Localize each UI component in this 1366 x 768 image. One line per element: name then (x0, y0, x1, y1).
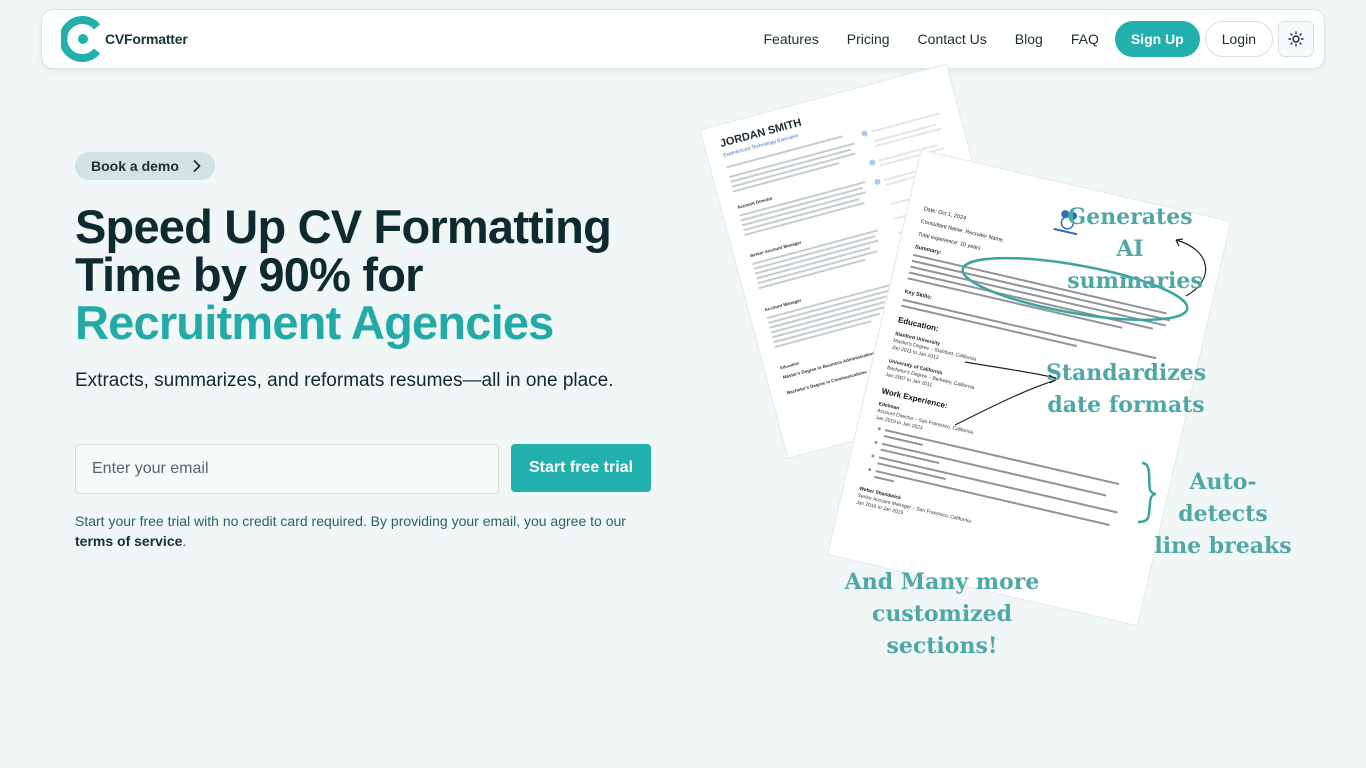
annotation-break-line-2: line breaks (1154, 533, 1292, 559)
headline-line-1: Speed Up CV Formatting (75, 200, 612, 253)
resume-section-3: Account Manager (764, 298, 802, 313)
annotation-date-line-1: Standardizes (1046, 360, 1207, 386)
doc-edu-2-degree: Bachelor's Degree – Berkeley, California (886, 365, 975, 391)
resume-section-5: Master's Degree in Business Administrati… (782, 351, 874, 380)
doc-job-1-dates: Jan 2019 to Jan 2023 (875, 415, 923, 432)
doc-job-2-title: Senior Account Manager – San Francisco, … (857, 493, 972, 525)
resume-section-2: Senior Account Manager (750, 240, 803, 259)
resume-section-4: Education (780, 360, 801, 370)
sun-icon (1288, 31, 1304, 47)
signup-button[interactable]: Sign Up (1114, 21, 1200, 57)
terms-of-service-link[interactable]: terms of service (75, 533, 182, 549)
hero-subhead: Extracts, summarizes, and reformats resu… (75, 370, 614, 391)
top-navbar: CVFormatter Features Pricing Contact Us … (41, 9, 1325, 69)
annotation-break-line-1: Auto-detects (1178, 469, 1268, 527)
annotation-date-formats: Standardizes date formats (1046, 357, 1206, 421)
doc-job-1-title: Account Director – San Francisco, Califo… (877, 408, 974, 436)
resume-name: JORDAN SMITH (719, 117, 803, 150)
disclaimer-end: . (182, 533, 187, 549)
book-demo-pill[interactable]: Book a demo (75, 152, 215, 180)
date-arrow-1 (964, 361, 1057, 379)
headline-line-2: Time by 90% for (75, 248, 423, 301)
hero-headline: Speed Up CV Formatting Time by 90% for R… (75, 200, 612, 349)
start-free-trial-button[interactable]: Start free trial (511, 444, 651, 492)
book-demo-label: Book a demo (91, 158, 179, 174)
doc-edu-1: Stanford University (894, 331, 941, 347)
doc-edu-1-degree: Master's Degree – Stanford, California (893, 338, 977, 363)
logo-mark-icon (59, 16, 101, 62)
nav-link-pricing[interactable]: Pricing (847, 31, 890, 47)
date-arrow-2 (954, 379, 1057, 426)
login-button[interactable]: Login (1204, 21, 1273, 57)
doc-summary-label: Summary: (914, 244, 942, 256)
doc-skills-label: Key Skills: (904, 289, 933, 301)
doc-education-label: Education: (897, 315, 939, 333)
nav-link-contact[interactable]: Contact Us (918, 31, 987, 47)
disclaimer-text: Start your free trial with no credit car… (75, 513, 626, 529)
doc-experience: Total experience: 10 years (917, 232, 981, 252)
doc-job-2: Weber Shandwick (859, 486, 902, 502)
doc-consultant: Consultant Name: Recruiter Name (920, 219, 1003, 244)
doc-work-label: Work Experience: (881, 386, 949, 410)
resume-section-6: Bachelor's Degree in Communications (786, 369, 867, 395)
original-resume-doc: JORDAN SMITH Experienced Technology Exec… (699, 63, 1035, 460)
annotation-more-sections: And Many more customized sections! (782, 566, 1102, 662)
logo[interactable]: CVFormatter (59, 16, 188, 62)
brand-name: CVFormatter (105, 31, 188, 47)
theme-toggle-button[interactable] (1278, 21, 1314, 57)
nav-links: Features Pricing Contact Us Blog FAQ Sig… (764, 20, 1314, 58)
annotation-more-line-2: sections! (886, 633, 998, 659)
trial-disclaimer: Start your free trial with no credit car… (75, 511, 665, 551)
doc-date: Date: Oct 1, 2024 (923, 206, 966, 222)
annotation-date-line-2: date formats (1047, 392, 1205, 418)
annotation-line-breaks: Auto-detects line breaks (1148, 466, 1298, 562)
doc-edu-2-dates: Jan 2007 to Jan 2011 (885, 372, 933, 389)
annotation-more-line-1: And Many more customized (844, 569, 1040, 627)
doc-edu-1-dates: Jan 2011 to Jan 2013 (891, 345, 939, 362)
doc-edu-2: University of California (888, 358, 943, 376)
doc-job-2-dates: Jan 2016 to Jan 2019 (855, 500, 903, 517)
headline-accent: Recruitment Agencies (75, 296, 554, 349)
annotation-ai-line-2: summaries (1067, 268, 1203, 294)
nav-link-blog[interactable]: Blog (1015, 31, 1043, 47)
annotation-ai-line-1: Generates AI (1067, 204, 1193, 262)
nav-link-faq[interactable]: FAQ (1071, 31, 1099, 47)
email-input[interactable] (75, 444, 499, 494)
doc-job-1: Edelman (878, 401, 900, 412)
resume-role: Experienced Technology Executive (723, 133, 800, 159)
annotation-ai-summaries: Generates AI summaries (1050, 201, 1210, 297)
nav-link-features[interactable]: Features (764, 31, 819, 47)
chevron-right-icon (193, 160, 201, 172)
resume-section-1: Account Director (737, 196, 774, 210)
